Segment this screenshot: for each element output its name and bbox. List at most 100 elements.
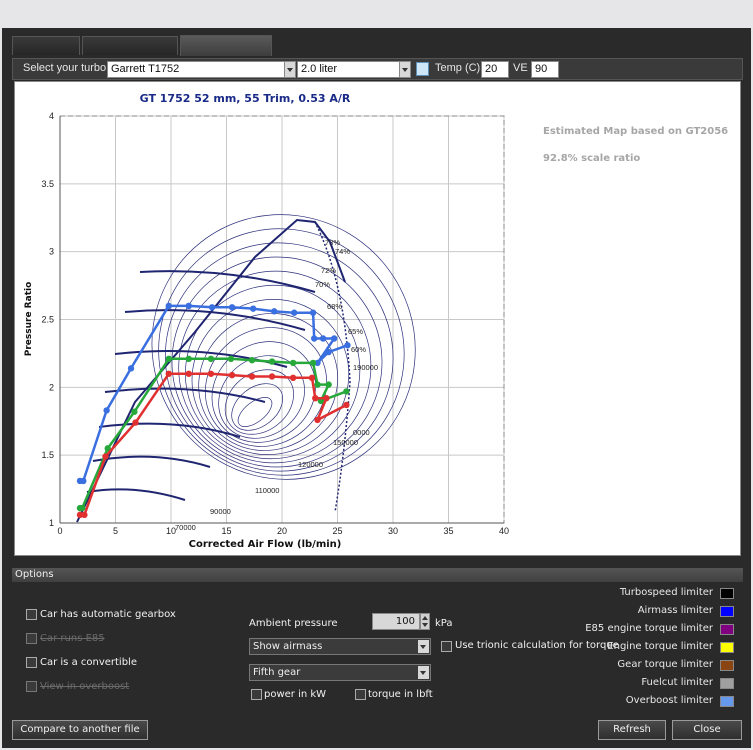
series-point <box>268 358 276 365</box>
x-tick-label: 20 <box>277 526 287 536</box>
series-point <box>132 419 139 426</box>
legend-swatch <box>720 660 734 671</box>
ambient-pressure-stepper[interactable] <box>420 613 430 630</box>
e85-label: Car runs E85 <box>40 633 105 644</box>
tab-1[interactable] <box>12 36 80 55</box>
series-point <box>185 355 192 363</box>
efficiency-contours <box>151 214 416 480</box>
series-point <box>227 355 235 363</box>
overboost-checkbox[interactable] <box>26 681 37 692</box>
engine-size-dropdown[interactable] <box>399 61 411 78</box>
speed-line <box>92 455 211 468</box>
series-point <box>248 373 256 380</box>
compare-file-button[interactable]: Compare to another file <box>12 720 148 740</box>
series-point <box>165 370 172 377</box>
speed-label: 190000 <box>353 363 378 372</box>
series-point <box>310 335 318 342</box>
speed-label: 70000 <box>175 523 196 532</box>
speed-label: 150000 <box>333 438 358 447</box>
efficiency-contour <box>151 214 416 480</box>
torque-lbft-label: torque in lbft <box>368 689 433 700</box>
series-point <box>81 511 88 519</box>
y-tick-label: 1.5 <box>41 450 54 460</box>
x-axis-label: Corrected Air Flow (lb/min) <box>189 539 342 550</box>
tab-2[interactable] <box>82 36 178 55</box>
temp-label: Temp (C) <box>435 62 481 74</box>
speed-line <box>86 488 186 501</box>
automatic-gearbox-checkbox[interactable] <box>26 609 37 620</box>
trionic-checkbox[interactable] <box>441 641 452 652</box>
efficiency-label: 74% <box>335 247 350 256</box>
gear-select[interactable]: Fifth gear <box>249 664 431 681</box>
turbo-select[interactable]: Garrett T1752 <box>107 61 285 78</box>
series-point <box>248 357 256 364</box>
convertible-checkbox[interactable] <box>26 657 37 668</box>
series-point <box>131 408 138 415</box>
series-point <box>344 342 351 349</box>
speed-label: 90000 <box>210 507 231 516</box>
options-header: Options <box>12 568 743 582</box>
series-point <box>185 302 192 310</box>
series-point <box>185 370 192 377</box>
ve-input[interactable]: 90 <box>531 61 559 78</box>
x-tick-label: 40 <box>499 526 509 536</box>
legend-label: Airmass limiter <box>637 605 713 616</box>
ambient-pressure-input[interactable]: 100 <box>372 613 420 630</box>
x-tick-label: 15 <box>221 526 231 536</box>
ve-label: VE <box>513 62 528 74</box>
turbo-select-dropdown[interactable] <box>284 61 296 78</box>
power-kw-checkbox[interactable] <box>251 689 262 700</box>
legend-label: Engine torque limiter <box>607 641 713 652</box>
refresh-button[interactable]: Refresh <box>598 720 666 740</box>
engine-size-select[interactable]: 2.0 liter <box>297 61 409 78</box>
series-point <box>208 304 216 311</box>
temp-input[interactable]: 20 <box>481 61 509 78</box>
speed-label: 110000 <box>255 486 279 495</box>
legend-label: Gear torque limiter <box>617 659 713 670</box>
series-point <box>309 309 317 316</box>
torque-lbft-checkbox[interactable] <box>355 689 366 700</box>
series-point <box>314 381 321 388</box>
select-turbo-label: Select your turbo <box>23 62 107 74</box>
trionic-label: Use trionic calculation for torque <box>455 640 619 651</box>
ambient-pressure-label: Ambient pressure <box>249 618 338 629</box>
airmass-select[interactable]: Show airmass <box>249 638 431 655</box>
legend-label: Overboost limiter <box>625 695 713 706</box>
series-point <box>268 373 276 380</box>
scale-ratio-note: 92.8% scale ratio <box>543 153 641 164</box>
series-point <box>127 365 135 372</box>
speed-label: 120000 <box>298 460 323 469</box>
efficiency-label: 73% <box>325 238 340 247</box>
automatic-gearbox-label: Car has automatic gearbox <box>40 609 176 620</box>
airmass-select-dropdown[interactable] <box>418 640 429 653</box>
tab-3-active[interactable] <box>180 35 272 56</box>
x-tick-label: 0 <box>57 526 62 536</box>
compressor-map-panel: 0 5 10 15 20 25 30 35 40 1 1.5 2 2.5 3 3.5 4 GT 1752 52 … <box>14 81 741 556</box>
close-button[interactable]: Close <box>672 720 742 740</box>
legend-label: E85 engine torque limiter <box>585 623 713 634</box>
x-tick-label: 25 <box>332 526 342 536</box>
gear-select-dropdown[interactable] <box>418 666 429 679</box>
series-point <box>249 305 257 312</box>
legend-swatch <box>720 606 734 617</box>
efficiency-label: 60% <box>351 345 366 354</box>
series-point <box>165 302 172 310</box>
series-point <box>103 407 110 414</box>
efficiency-label: 68% <box>327 302 342 311</box>
legend-label: Fuelcut limiter <box>641 677 713 688</box>
legend-swatch <box>720 588 734 599</box>
convertible-label: Car is a convertible <box>40 657 137 668</box>
efficiency-label: 65% <box>348 327 363 336</box>
y-tick-label: 3 <box>49 247 54 257</box>
series-point <box>102 453 109 460</box>
series-point <box>343 401 350 409</box>
series-point <box>330 335 338 342</box>
efficiency-contour <box>237 397 273 427</box>
y-axis-label: Pressure Ratio <box>24 282 34 357</box>
efficiency-contour <box>198 313 339 451</box>
series-point <box>309 359 317 367</box>
e85-checkbox[interactable] <box>26 633 37 644</box>
series-point <box>79 504 86 512</box>
series-point <box>289 359 297 367</box>
refresh-map-icon[interactable] <box>416 62 429 76</box>
